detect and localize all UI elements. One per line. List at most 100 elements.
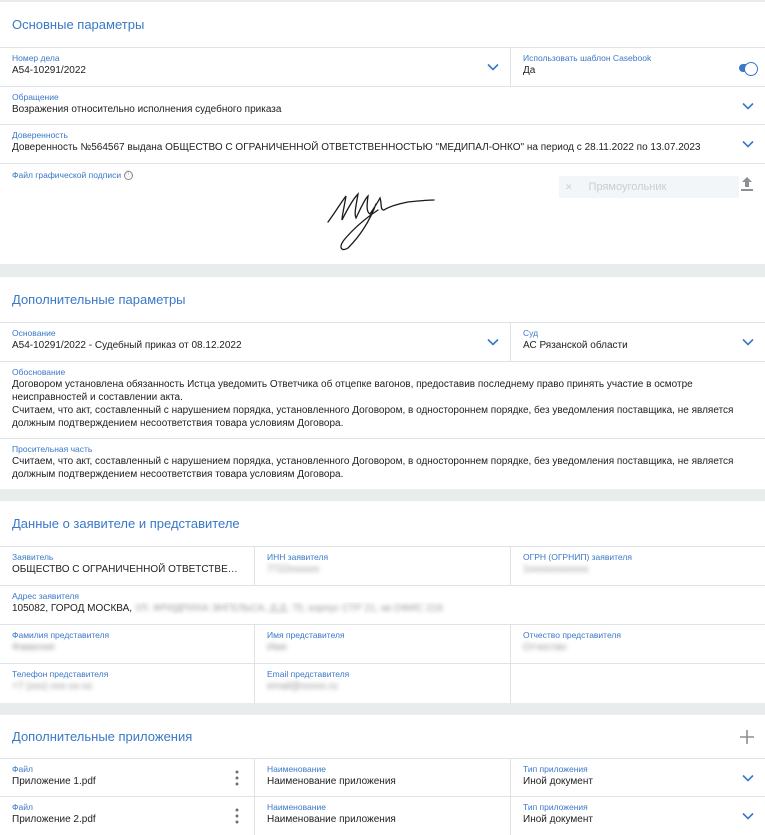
proxy-value: Доверенность №564567 выдана ОБЩЕСТВО С О… [12, 142, 701, 153]
attachment-name-value: Наименование приложения [267, 814, 396, 825]
court-label: Суд [523, 328, 539, 338]
first-name-label: Имя представителя [267, 630, 345, 640]
casebook-template-field: Использовать шаблон Casebook Да [511, 48, 765, 86]
middle-name-label: Отчество представителя [523, 630, 621, 640]
court-value: АС Рязанской области [523, 340, 628, 351]
chevron-down-icon[interactable] [486, 335, 500, 349]
attachment-name-value: Наименование приложения [267, 776, 396, 787]
chevron-down-icon[interactable] [741, 771, 755, 785]
justification-field[interactable]: Обоснование Договором установлена обязан… [0, 362, 765, 438]
attachment-file-field[interactable]: Файл Приложение 2.pdf [0, 797, 255, 835]
email-label: Email представителя [267, 669, 350, 679]
ogrn-value: 1xxxxxxxxxxxx [523, 564, 589, 575]
signature-image [327, 192, 435, 251]
proxy-field[interactable]: Доверенность Доверенность №564567 выдана… [0, 125, 765, 163]
address-label: Адрес заявителя [12, 591, 79, 601]
chevron-down-icon[interactable] [741, 335, 755, 349]
middle-name-value: Отчество [523, 642, 567, 653]
basis-value: А54-10291/2022 - Судебный приказ от 08.1… [12, 340, 242, 351]
phone-value: +7 (xxx) xxx-xx-xx [12, 681, 93, 692]
case-number-label: Номер дела [12, 53, 60, 63]
applicant-title: Данные о заявителе и представителе [0, 501, 765, 547]
justification-label: Обоснование [12, 367, 66, 377]
attachment-type-value: Иной документ [523, 814, 593, 825]
first-name-field[interactable]: Имя представителя Имя [255, 625, 511, 663]
more-vert-icon[interactable] [234, 808, 240, 824]
court-field[interactable]: Суд АС Рязанской области [511, 323, 765, 361]
petition-label: Просительная часть [12, 444, 93, 454]
attachment-file-field[interactable]: Файл Приложение 1.pdf [0, 759, 255, 796]
applicant-field[interactable]: Заявитель ОБЩЕСТВО С ОГРАНИЧЕННОЙ ОТВЕТС… [0, 547, 255, 585]
additional-params-title: Дополнительные параметры [0, 277, 765, 323]
justification-value: Договором установлена обязанность Истца … [12, 379, 734, 429]
fill-type-value: Прямоугольник [588, 181, 667, 193]
last-name-value: Фамилия [12, 642, 55, 653]
last-name-label: Фамилия представителя [12, 630, 110, 640]
phone-label: Телефон представителя [12, 669, 109, 679]
attachment-file-value: Приложение 1.pdf [12, 776, 96, 787]
casebook-template-label: Использовать шаблон Casebook [523, 53, 652, 63]
attachments-title: Дополнительные приложения [0, 715, 765, 759]
close-icon[interactable]: ✕ [565, 182, 573, 193]
attachment-file-label: Файл [12, 802, 33, 812]
address-value-hidden: УЛ. ФРИДРИХА ЭНГЕЛЬСА, Д.Д. 75, корпус С… [132, 603, 443, 614]
email-value: email@xxxxx.ru [267, 681, 338, 692]
address-value-visible: 105082, ГОРОД МОСКВА, [12, 603, 133, 614]
attachment-type-label: Тип приложения [523, 802, 588, 812]
applicant-section: Данные о заявителе и представителе Заяви… [0, 501, 765, 703]
casebook-template-value: Да [523, 65, 536, 76]
signature-label: Файл графической подписи ⓘ [12, 170, 134, 181]
inn-label: ИНН заявителя [267, 552, 329, 562]
case-number-field[interactable]: Номер дела А54-10291/2022 [0, 48, 511, 86]
signature-label-text: Файл графической подписи [12, 170, 122, 180]
last-name-field[interactable]: Фамилия представителя Фамилия [0, 625, 255, 663]
attachment-name-field[interactable]: Наименование Наименование приложения [255, 759, 511, 796]
chevron-down-icon[interactable] [486, 60, 500, 74]
inn-value: 7722xxxxxx [267, 564, 320, 575]
casebook-template-toggle[interactable] [739, 62, 758, 76]
basic-params-section: Основные параметры Номер дела А54-10291/… [0, 2, 765, 264]
upload-icon[interactable] [740, 176, 754, 192]
appeal-field[interactable]: Обращение Возражения относительно исполн… [0, 87, 765, 124]
attachment-name-label: Наименование [267, 802, 326, 812]
attachment-type-value: Иной документ [523, 776, 593, 787]
attachment-row: Файл Приложение 2.pdf Наименование Наиме… [0, 797, 765, 835]
add-attachment-icon[interactable] [739, 729, 755, 745]
more-vert-icon[interactable] [234, 770, 240, 786]
appeal-label: Обращение [12, 92, 59, 102]
ogrn-field[interactable]: ОГРН (ОГРНИП) заявителя 1xxxxxxxxxxxx [511, 547, 765, 585]
basis-label: Основание [12, 328, 56, 338]
attachment-row: Файл Приложение 1.pdf Наименование Наиме… [0, 759, 765, 797]
case-number-value: А54-10291/2022 [12, 65, 86, 76]
chevron-down-icon[interactable] [741, 99, 755, 113]
additional-params-section: Дополнительные параметры Основание А54-1… [0, 277, 765, 489]
chevron-down-icon[interactable] [741, 137, 755, 151]
first-name-value: Имя [267, 642, 287, 653]
basic-params-title: Основные параметры [0, 2, 765, 48]
basis-field[interactable]: Основание А54-10291/2022 - Судебный прик… [0, 323, 511, 361]
chevron-down-icon[interactable] [741, 809, 755, 823]
email-field[interactable]: Email представителя email@xxxxx.ru [255, 664, 511, 703]
address-value: 105082, ГОРОД МОСКВА, УЛ. ФРИДРИХА ЭНГЕЛ… [12, 602, 753, 615]
info-icon[interactable]: ⓘ [124, 171, 134, 181]
attachments-section: Дополнительные приложения Файл Приложени… [0, 715, 765, 835]
phone-field[interactable]: Телефон представителя +7 (xxx) xxx-xx-xx [0, 664, 255, 703]
signature-field: Файл графической подписи ⓘ ✕ Прямоугольни… [0, 164, 765, 264]
fill-type-select[interactable]: ✕ Прямоугольник [559, 176, 739, 198]
attachment-file-value: Приложение 2.pdf [12, 814, 96, 825]
attachment-file-label: Файл [12, 764, 33, 774]
address-field[interactable]: Адрес заявителя 105082, ГОРОД МОСКВА, УЛ… [0, 586, 765, 624]
petition-value: Считаем, что акт, составленный с нарушен… [12, 456, 734, 480]
appeal-value: Возражения относительно исполнения судеб… [12, 104, 282, 115]
petition-field[interactable]: Просительная часть Считаем, что акт, сос… [0, 439, 765, 481]
inn-field[interactable]: ИНН заявителя 7722xxxxxx [255, 547, 511, 585]
attachment-name-label: Наименование [267, 764, 326, 774]
attachment-type-field[interactable]: Тип приложения Иной документ [511, 797, 765, 835]
ogrn-label: ОГРН (ОГРНИП) заявителя [523, 552, 632, 562]
attachment-type-field[interactable]: Тип приложения Иной документ [511, 759, 765, 796]
attachment-type-label: Тип приложения [523, 764, 588, 774]
empty-cell [511, 664, 765, 703]
attachment-name-field[interactable]: Наименование Наименование приложения [255, 797, 511, 835]
middle-name-field[interactable]: Отчество представителя Отчество [511, 625, 765, 663]
proxy-label: Доверенность [12, 130, 68, 140]
